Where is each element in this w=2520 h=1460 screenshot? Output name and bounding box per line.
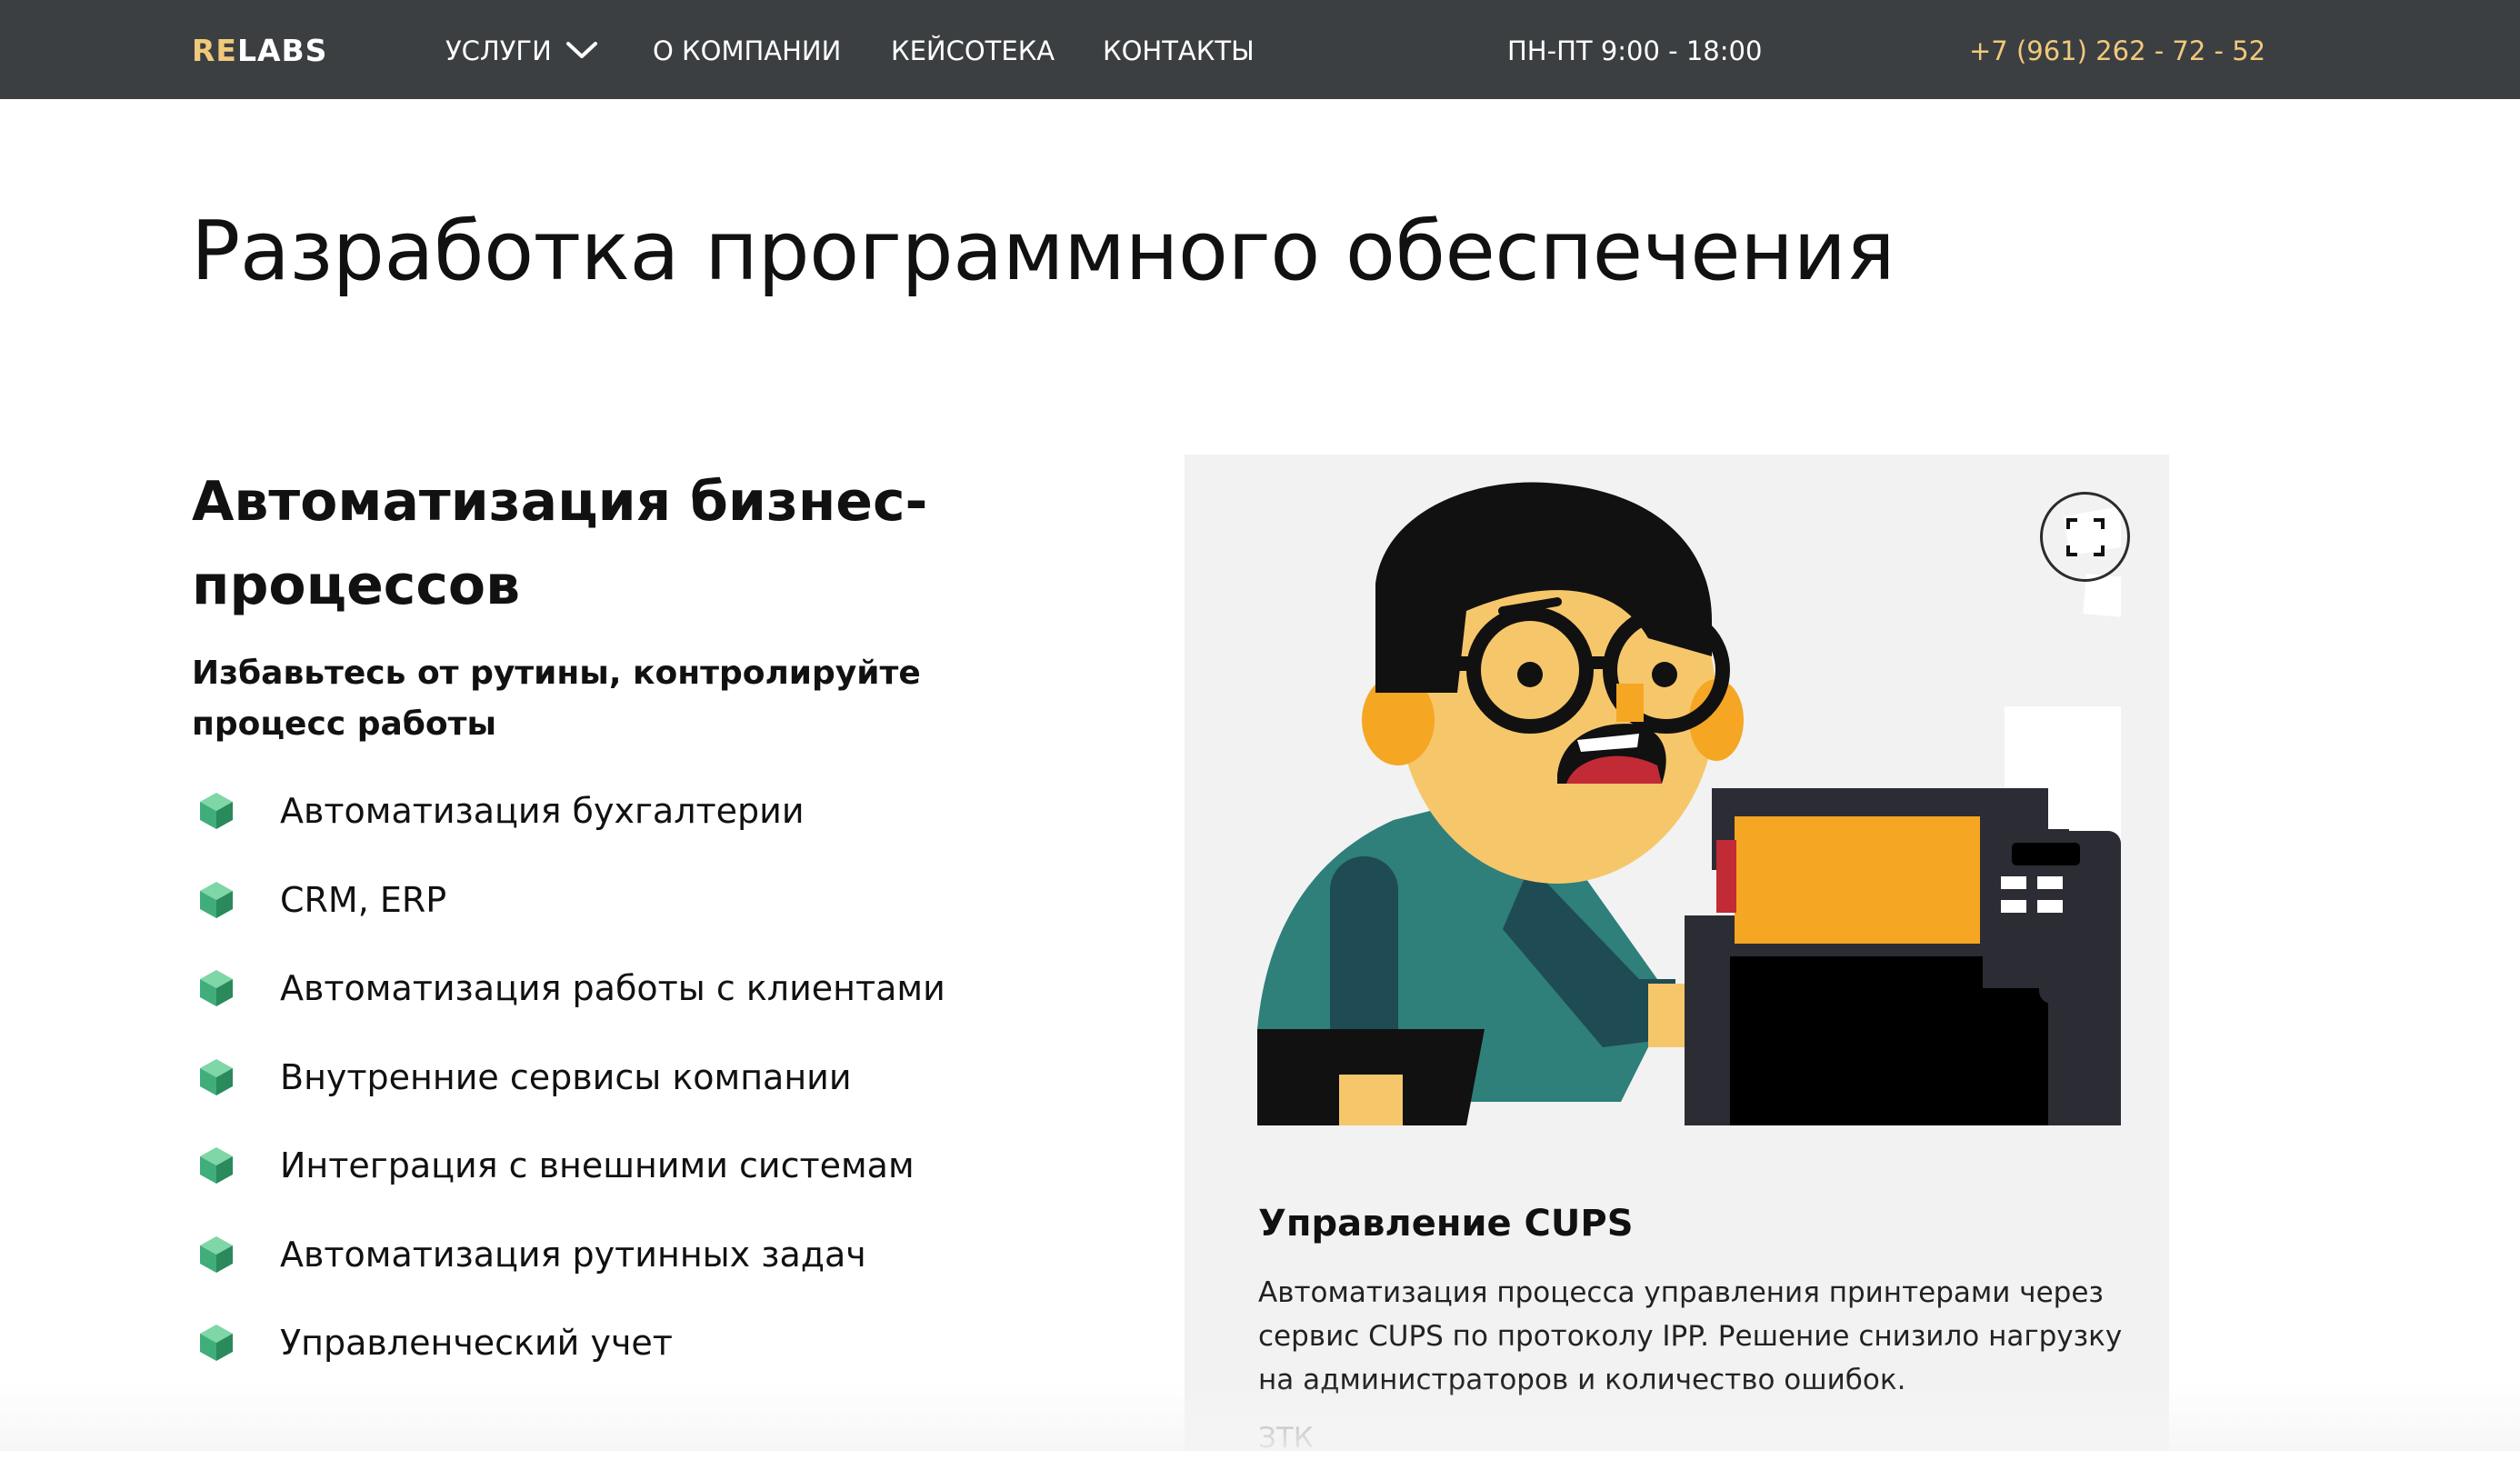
cube-icon [200, 1235, 233, 1273]
feature-item: Внутренние сервисы компании [198, 1054, 1107, 1143]
logo-re: RE [192, 33, 237, 68]
cube-icon [200, 793, 233, 829]
feature-item: CRM, ERP [198, 876, 1107, 965]
section-title: Автоматизация бизнес-процессов [192, 470, 928, 617]
case-client: ЗТК [1258, 1422, 1314, 1455]
expand-button[interactable] [2040, 492, 2130, 582]
case-description: Автоматизация процесса управления принте… [1258, 1276, 2123, 1396]
feature-item: Автоматизация бухгалтерии [198, 787, 1107, 876]
feature-list: Автоматизация бухгалтерии CRM, ERP Автом… [198, 787, 1107, 1408]
feature-item: Интеграция с внешними системам [198, 1142, 1107, 1231]
feature-label: Автоматизация бухгалтерии [280, 791, 805, 831]
cube-icon [200, 970, 233, 1006]
chevron-down-icon[interactable] [565, 36, 598, 64]
feature-label: Внутренние сервисы компании [280, 1056, 852, 1097]
relabs-logo[interactable]: RELABS [192, 33, 327, 69]
page-title: Разработка программного обеспечения [191, 204, 1895, 299]
cube-icon [200, 1325, 233, 1361]
nav-services[interactable]: УСЛУГИ [445, 33, 552, 69]
expand-icon [2066, 518, 2105, 556]
logo-labs: LABS [236, 33, 328, 68]
feature-label: Управленческий учет [280, 1323, 673, 1363]
nav-cases[interactable]: КЕЙСОТЕКА [891, 33, 1055, 69]
section-subtitle: Избавьтесь от рутины, контролируйте проц… [192, 655, 921, 743]
feature-label: Автоматизация работы с клиентами [280, 968, 945, 1008]
feature-label: CRM, ERP [280, 879, 447, 920]
working-hours: ПН-ПТ 9:00 - 18:00 [1507, 35, 1763, 66]
cube-icon [200, 1147, 233, 1184]
stressed-man-printer-illustration [1257, 482, 2121, 1125]
case-title: Управление CUPS [1258, 1203, 1634, 1245]
nav-contacts[interactable]: КОНТАКТЫ [1103, 33, 1255, 69]
feature-item: Управленческий учет [198, 1319, 1107, 1408]
cube-icon [200, 1058, 233, 1095]
feature-item: Автоматизация работы с клиентами [198, 965, 1107, 1054]
cube-icon [200, 881, 233, 918]
site-header: RELABS УСЛУГИ О КОМПАНИИ КЕЙСОТЕКА КОНТА… [0, 0, 2520, 99]
phone-link[interactable]: +7 (961) 262 - 72 - 52 [1969, 33, 2265, 69]
nav-about[interactable]: О КОМПАНИИ [653, 33, 841, 69]
case-card[interactable]: Управление CUPS Автоматизация процесса у… [1185, 455, 2169, 1455]
feature-label: Интеграция с внешними системам [280, 1145, 915, 1185]
feature-label: Автоматизация рутинных задач [280, 1234, 866, 1275]
feature-item: Автоматизация рутинных задач [198, 1231, 1107, 1320]
